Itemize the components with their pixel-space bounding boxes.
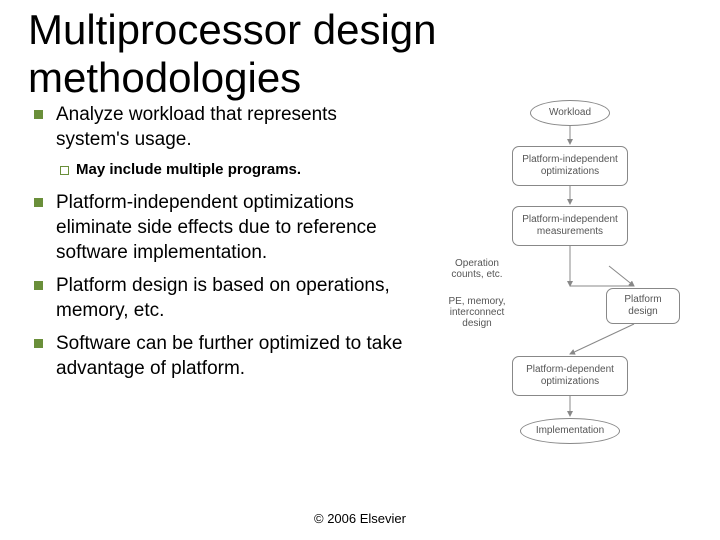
bullet-item: Platform-independent optimizations elimi… xyxy=(28,190,408,265)
flow-node-impl: Implementation xyxy=(520,418,620,444)
flow-label-pe: PE, memory, interconnect design xyxy=(442,296,512,329)
flow-node-pd-opt: Platform-dependent optimizations xyxy=(512,356,628,396)
flow-node-pi-meas: Platform-independent measurements xyxy=(512,206,628,246)
flow-node-pi-opt: Platform-independent optimizations xyxy=(512,146,628,186)
bullet-list: Analyze workload that represents system'… xyxy=(28,102,408,389)
bullet-item: Software can be further optimized to tak… xyxy=(28,331,408,381)
copyright-footer: © 2006 Elsevier xyxy=(0,511,720,526)
flow-node-platform-design: Platform design xyxy=(606,288,680,324)
bullet-item: Platform design is based on operations, … xyxy=(28,273,408,323)
flow-label-counts: Operation counts, etc. xyxy=(442,258,512,280)
slide-title: Multiprocessor design methodologies xyxy=(28,6,720,102)
flow-node-workload: Workload xyxy=(530,100,610,126)
bullet-item: Analyze workload that represents system'… xyxy=(28,102,408,152)
sub-bullet-item: May include multiple programs. xyxy=(28,160,408,180)
flowchart-diagram: Workload Platform-independent optimizati… xyxy=(434,100,706,480)
